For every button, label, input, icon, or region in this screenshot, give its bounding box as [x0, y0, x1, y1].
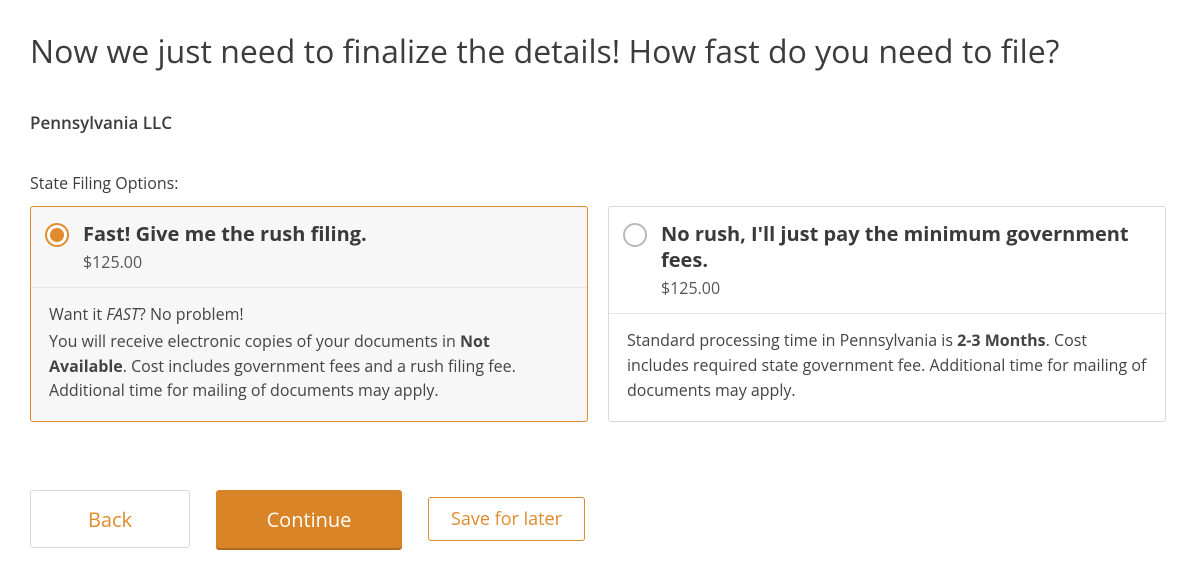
option-price: $125.00 — [661, 277, 1147, 299]
option-body: Standard processing time in Pennsylvania… — [609, 314, 1165, 420]
actions-row: Back Continue Save for later — [30, 490, 1166, 548]
option-price: $125.00 — [83, 251, 569, 273]
radio-icon[interactable] — [623, 223, 647, 247]
option-header-text: No rush, I'll just pay the minimum gover… — [661, 221, 1147, 299]
option-description: You will receive electronic copies of yo… — [49, 329, 569, 403]
continue-button[interactable]: Continue — [216, 490, 402, 548]
option-description: Standard processing time in Pennsylvania… — [627, 328, 1147, 402]
option-title: No rush, I'll just pay the minimum gover… — [661, 221, 1147, 273]
option-body: Want it FAST? No problem! You will recei… — [31, 288, 587, 421]
option-intro: Want it FAST? No problem! — [49, 302, 569, 327]
option-header-text: Fast! Give me the rush filing. $125.00 — [83, 221, 569, 273]
entity-subtitle: Pennsylvania LLC — [30, 111, 1166, 134]
section-label: State Filing Options: — [30, 172, 1166, 194]
option-header: Fast! Give me the rush filing. $125.00 — [31, 207, 587, 288]
option-title: Fast! Give me the rush filing. — [83, 221, 569, 247]
option-card-standard[interactable]: No rush, I'll just pay the minimum gover… — [608, 206, 1166, 422]
radio-icon[interactable] — [45, 223, 69, 247]
page-title: Now we just need to finalize the details… — [30, 30, 1166, 73]
back-button[interactable]: Back — [30, 490, 190, 548]
save-for-later-button[interactable]: Save for later — [428, 497, 585, 541]
filing-options-row: Fast! Give me the rush filing. $125.00 W… — [30, 206, 1166, 422]
option-header: No rush, I'll just pay the minimum gover… — [609, 207, 1165, 314]
option-card-rush[interactable]: Fast! Give me the rush filing. $125.00 W… — [30, 206, 588, 422]
